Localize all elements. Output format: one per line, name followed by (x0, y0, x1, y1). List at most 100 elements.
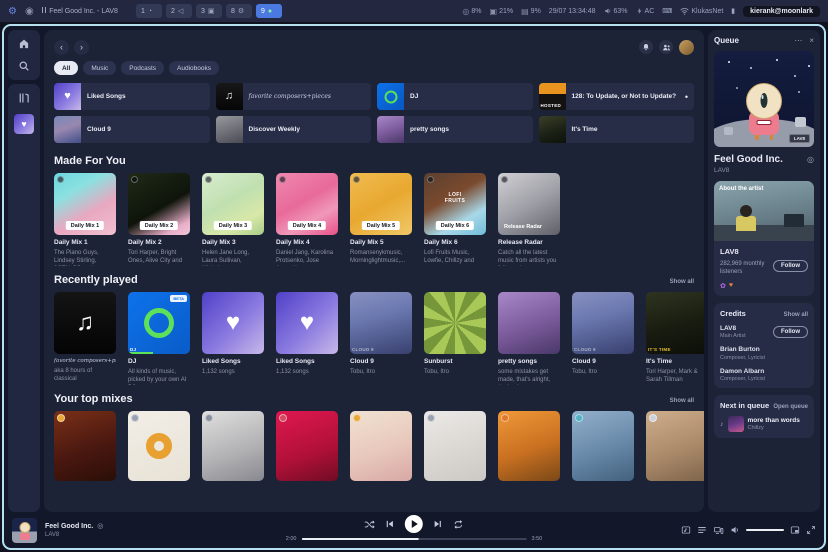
play-button[interactable] (405, 515, 423, 533)
home-icon[interactable] (18, 38, 30, 50)
playlist-card[interactable]: BETA DJ DJ All kinds of music, picked by… (128, 292, 190, 385)
miniplayer-icon[interactable] (790, 525, 800, 535)
next-track-row[interactable]: ♪ more than words Chillzy (720, 416, 808, 432)
filter-chip[interactable]: Music (83, 61, 116, 75)
open-queue-link[interactable]: Open queue (773, 404, 808, 410)
now-playing-view-icon[interactable] (681, 525, 691, 535)
track-artist[interactable]: LAV8 (714, 167, 814, 174)
fullscreen-icon[interactable] (806, 525, 816, 535)
playlist-card[interactable]: CLOUD 9 Cloud 9 Tobu, Itro (572, 292, 634, 385)
previous-icon[interactable] (385, 519, 395, 529)
more-options-icon[interactable]: ⋯ (794, 36, 802, 45)
mix-card[interactable] (202, 411, 264, 481)
workspace-button[interactable]: 8 ⚙ (226, 4, 252, 18)
quick-pick-tile[interactable]: ♥ Liked Songs (54, 83, 210, 110)
follow-button[interactable]: Follow (773, 326, 808, 338)
volume-icon[interactable] (730, 525, 740, 535)
player-center: 2:00 3:50 (286, 515, 542, 542)
progress-bar[interactable] (302, 538, 527, 541)
close-icon[interactable]: × (809, 36, 814, 45)
friend-activity-button[interactable] (659, 40, 673, 54)
mix-card[interactable] (424, 411, 486, 481)
playlist-card[interactable]: Daily Mix 1 Daily Mix 1 The Piano Guys, … (54, 173, 116, 266)
show-all-link[interactable]: Show all (670, 279, 694, 285)
queue-icon[interactable] (697, 525, 707, 535)
volume-stat[interactable]: 63% (604, 7, 628, 15)
playlist-card[interactable]: LOFI FRUITS Daily Mix 6 Daily Mix 6 Lofi… (424, 173, 486, 266)
player-bar: Feel Good Inc. ◎ LAV8 2:00 3:50 (4, 512, 824, 548)
back-button[interactable]: ‹ (54, 40, 69, 55)
playlist-card[interactable]: ♥ Liked Songs 1,132 songs (276, 292, 338, 385)
volume-slider[interactable] (746, 529, 784, 532)
playlist-card[interactable]: Daily Mix 3 Daily Mix 3 Helen Jane Long,… (202, 173, 264, 266)
player-track-title[interactable]: Feel Good Inc. (45, 523, 93, 530)
workspace-button[interactable]: 9 ● (256, 4, 282, 18)
about-artist-card[interactable]: About the artist LAV8 282,969 monthly li… (714, 181, 814, 296)
quick-pick-tile[interactable]: ♫ favorite composers+pieces (216, 83, 372, 110)
quick-pick-tile[interactable]: Discover Weekly (216, 116, 372, 143)
show-all-link[interactable]: Show all (784, 312, 808, 318)
quick-pick-tile[interactable]: HOSTED 128: To Update, or Not to Update?… (539, 83, 695, 110)
mix-card[interactable] (350, 411, 412, 481)
now-playing-art[interactable]: LAV8 (714, 51, 814, 147)
credit-name[interactable]: Damon Albarn (720, 368, 808, 375)
mix-card[interactable] (646, 411, 704, 481)
keyboard-layout-icon[interactable]: ⌨ (662, 7, 672, 15)
shuffle-icon[interactable] (364, 519, 375, 530)
playlist-card[interactable]: CLOUD 9 Cloud 9 Tobu, Itro (350, 292, 412, 385)
quick-pick-tile[interactable]: pretty songs (377, 116, 533, 143)
now-playing-thumbnail[interactable] (12, 518, 37, 543)
quick-pick-tile[interactable]: DJ (377, 83, 533, 110)
quick-pick-tile[interactable]: Cloud 9 (54, 116, 210, 143)
track-detail-icon[interactable]: ◎ (807, 155, 814, 164)
user-session-chip[interactable]: kierank@moonlark (743, 6, 820, 17)
monthly-listeners: 282,969 monthly listeners (720, 260, 769, 277)
devices-icon[interactable] (713, 525, 724, 535)
playlist-card[interactable]: Sunburst Tobu, Itro (424, 292, 486, 385)
bell-icon (642, 43, 650, 51)
launcher-icon[interactable]: ⚙ (8, 6, 17, 17)
mix-card[interactable] (276, 411, 338, 481)
network-status[interactable]: KlukasNet (680, 7, 723, 15)
track-title[interactable]: Feel Good Inc. (714, 154, 783, 165)
playlist-card[interactable]: Daily Mix 2 Daily Mix 2 Tori Harper, Bri… (128, 173, 190, 266)
notifications-button[interactable] (639, 40, 653, 54)
forward-button[interactable]: › (74, 40, 89, 55)
follow-button[interactable]: Follow (773, 260, 808, 272)
wifi-icon (680, 7, 689, 15)
liked-songs-shortcut[interactable]: ♥ (14, 114, 34, 134)
workspace-button[interactable]: 2 ◁ (166, 4, 192, 18)
playlist-card[interactable]: Daily Mix 4 Daily Mix 4 Daniel Jang, Kar… (276, 173, 338, 266)
playlist-card[interactable]: ♥ Liked Songs 1,132 songs (202, 292, 264, 385)
quick-pick-tile[interactable]: It's Time (539, 116, 695, 143)
track-detail-icon[interactable]: ◎ (97, 522, 103, 530)
status-icon[interactable]: ◉ (25, 6, 34, 17)
credit-name[interactable]: LAV8 (720, 325, 773, 332)
credit-name[interactable]: Brian Burton (720, 346, 808, 353)
mix-card[interactable] (572, 411, 634, 481)
playlist-card[interactable]: Daily Mix 5 Daily Mix 5 Romansenykmusic,… (350, 173, 412, 266)
repeat-icon[interactable] (453, 519, 464, 530)
user-avatar[interactable] (679, 40, 694, 55)
library-icon[interactable] (18, 92, 30, 104)
next-icon[interactable] (433, 519, 443, 529)
playlist-card[interactable]: ♫ favorite composers+pieces aka 8 hours … (54, 292, 116, 385)
player-track-artist[interactable]: LAV8 (45, 532, 103, 538)
filter-chip[interactable]: Podcasts (121, 61, 164, 75)
mix-card[interactable] (498, 411, 560, 481)
mix-label: Daily Mix 1 (66, 221, 104, 230)
filter-chip[interactable]: Audiobooks (169, 61, 219, 75)
playlist-card[interactable]: pretty songs some mistakes get made, tha… (498, 292, 560, 385)
album-art: ♫ (216, 83, 243, 110)
mix-card[interactable] (128, 411, 190, 481)
playlist-card[interactable]: Release Radar Release Radar Catch all th… (498, 173, 560, 266)
search-icon[interactable] (18, 60, 30, 72)
workspace-button[interactable]: 1 ◔ (136, 4, 162, 18)
show-all-link[interactable]: Show all (670, 398, 694, 404)
playlist-card[interactable]: IT'S TIME It's Time Tori Harper, Mark & … (646, 292, 704, 385)
pause-icon (42, 7, 47, 13)
workspace-button[interactable]: 3 ▣ (196, 4, 222, 18)
art-glyph: ♥ (64, 91, 71, 102)
mix-card[interactable] (54, 411, 116, 481)
filter-chip[interactable]: All (54, 61, 78, 75)
